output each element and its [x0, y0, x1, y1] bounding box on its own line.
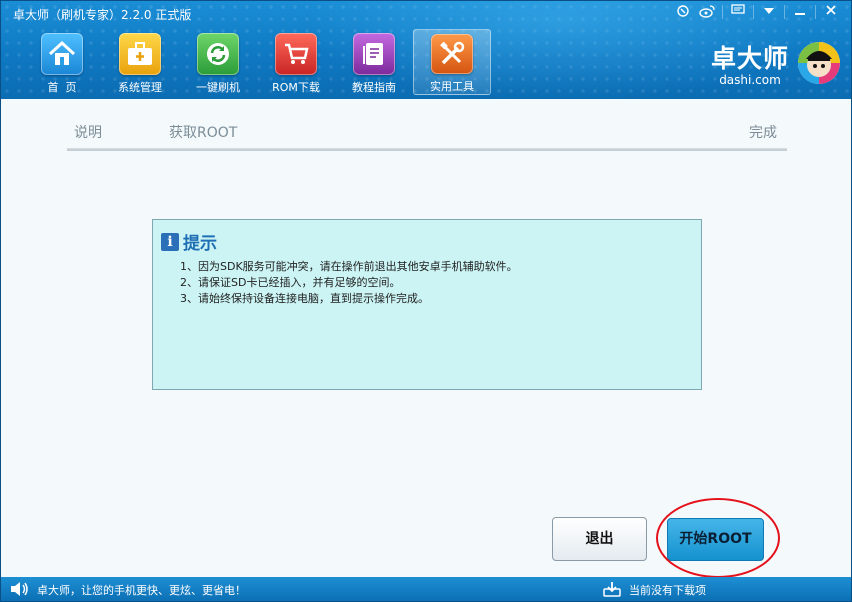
nav-rom-download-label: ROM下载: [272, 81, 320, 94]
nav-one-click-flash-label: 一键刷机: [196, 81, 240, 94]
minimize-icon[interactable]: [788, 4, 812, 20]
mascot-logo-icon: [797, 41, 841, 85]
feedback-icon[interactable]: [671, 4, 695, 20]
start-root-button[interactable]: 开始ROOT: [667, 518, 764, 561]
status-slogan: 卓大师，让您的手机更快、更炫、更省电！: [37, 584, 246, 597]
download-icon[interactable]: [603, 581, 621, 600]
tips-panel: i 提示 1、因为SDK服务可能冲突，请在操作前退出其他安卓手机辅助软件。 2、…: [152, 219, 702, 390]
window-controls: [671, 3, 843, 21]
nav-home[interactable]: 首 页: [23, 29, 101, 95]
step-divider: [67, 148, 787, 151]
info-icon: i: [161, 232, 179, 251]
step-complete: 完成: [749, 125, 777, 141]
step-get-root: 获取ROOT: [169, 125, 238, 141]
brand-url: dashi.com: [719, 73, 781, 87]
step-indicator: 说明 获取ROOT 完成: [67, 121, 787, 149]
home-icon: [41, 33, 83, 75]
close-icon[interactable]: [819, 4, 843, 20]
step-description: 说明: [74, 125, 102, 141]
exit-button[interactable]: 退出: [552, 517, 647, 561]
tips-list: 1、因为SDK服务可能冲突，请在操作前退出其他安卓手机辅助软件。 2、请保证SD…: [180, 259, 518, 307]
status-bar: 卓大师，让您的手机更快、更炫、更省电！ 当前没有下载项: [1, 577, 851, 601]
book-icon: [353, 33, 395, 75]
header: 卓大师（刷机专家）2.2.0 正式版 首 页 系统管理 一键刷机 ROM下载 教…: [1, 1, 851, 99]
nav-practical-tools-label: 实用工具: [430, 80, 474, 93]
nav-system-management-label: 系统管理: [118, 81, 162, 94]
nav-system-management[interactable]: 系统管理: [101, 29, 179, 95]
speaker-icon: [9, 581, 29, 600]
window-title: 卓大师（刷机专家）2.2.0 正式版: [13, 8, 192, 22]
tip-item: 2、请保证SD卡已经插入，并有足够的空间。: [180, 276, 401, 289]
cart-icon: [275, 33, 317, 75]
main-nav: 首 页 系统管理 一键刷机 ROM下载 教程指南 实用工具: [23, 29, 491, 95]
nav-practical-tools[interactable]: 实用工具: [413, 29, 491, 95]
nav-one-click-flash[interactable]: 一键刷机: [179, 29, 257, 95]
refresh-icon: [197, 33, 239, 75]
nav-tutorial-guide-label: 教程指南: [352, 81, 396, 94]
tips-title: 提示: [183, 234, 217, 254]
download-status[interactable]: 当前没有下载项: [629, 582, 706, 598]
nav-home-label: 首 页: [47, 81, 77, 94]
menu-dropdown-icon[interactable]: [757, 4, 781, 20]
message-icon[interactable]: [726, 4, 750, 20]
brand: 卓大师 dashi.com: [711, 39, 789, 87]
app-window: 卓大师（刷机专家）2.2.0 正式版 首 页 系统管理 一键刷机 ROM下载 教…: [0, 0, 852, 602]
tools-icon: [431, 34, 473, 74]
weibo-icon[interactable]: [695, 4, 719, 20]
tips-header: i 提示: [161, 229, 217, 254]
tip-item: 3、请始终保持设备连接电脑，直到提示操作完成。: [180, 292, 429, 305]
nav-tutorial-guide[interactable]: 教程指南: [335, 29, 413, 95]
tip-item: 1、因为SDK服务可能冲突，请在操作前退出其他安卓手机辅助软件。: [180, 260, 518, 273]
brand-name: 卓大师: [710, 44, 789, 73]
nav-rom-download[interactable]: ROM下载: [257, 29, 335, 95]
toolbox-icon: [119, 33, 161, 75]
